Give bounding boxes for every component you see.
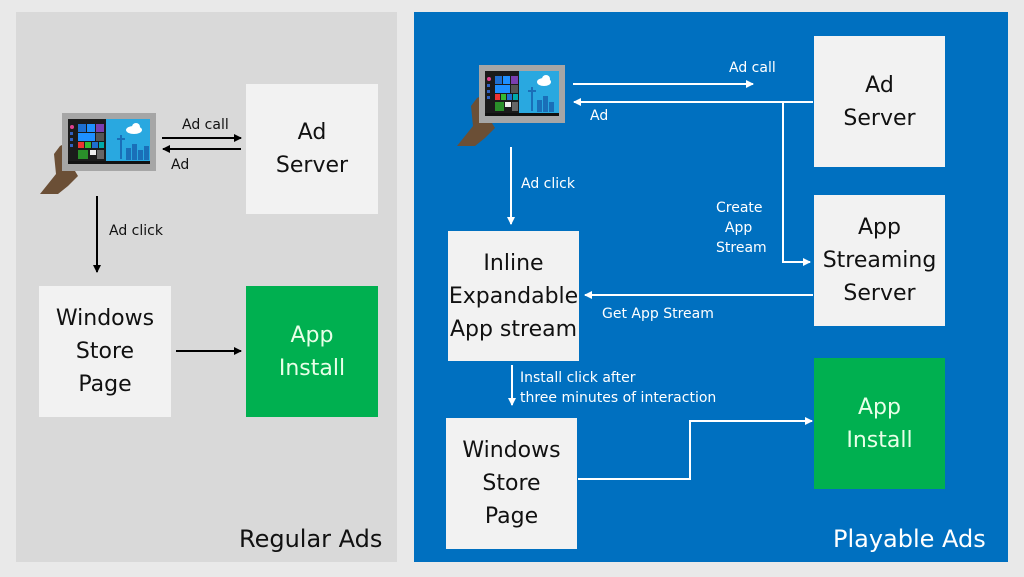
inline-expandable-app-stream-box: Inline Expandable App stream	[448, 231, 579, 361]
label-ad-call: Ad call	[182, 117, 229, 133]
box-label: App Install	[278, 322, 346, 381]
box-label: Inline Expandable App stream	[448, 250, 579, 342]
label-create-app-stream: Create App Stream	[716, 200, 767, 256]
box-label: Ad Server	[275, 120, 349, 178]
playable-windows-store-page-box: Windows Store Page	[446, 418, 577, 549]
panel-title-regular-ads: Regular Ads	[239, 525, 383, 553]
playable-app-install-box: App Install	[814, 358, 945, 489]
label-ad: Ad	[171, 157, 190, 173]
label-ad-click: Ad click	[521, 176, 575, 192]
box-label: Ad Server	[843, 72, 916, 131]
playable-ad-server-box: Ad Server	[814, 36, 945, 167]
box-label: Windows Store Page	[55, 306, 155, 397]
box-label: Windows Store Page	[462, 438, 561, 529]
regular-windows-store-page-box: Windows Store Page	[39, 286, 171, 417]
label-install-click: Install click after three minutes of int…	[520, 370, 717, 406]
label-ad-call: Ad call	[729, 60, 776, 76]
box-label: App Streaming Server	[822, 215, 937, 306]
arrow-store-to-install	[578, 417, 813, 480]
panel-title-playable-ads: Playable Ads	[833, 525, 986, 553]
regular-app-install-box: App Install	[246, 286, 378, 417]
box-label: App Install	[846, 394, 913, 453]
arrow-create-app-stream	[782, 102, 811, 266]
label-get-app-stream: Get App Stream	[602, 306, 714, 322]
app-streaming-server-box: App Streaming Server	[814, 195, 945, 326]
label-ad: Ad	[590, 108, 609, 124]
label-ad-click: Ad click	[109, 223, 163, 239]
regular-ad-server-box: Ad Server	[246, 84, 378, 214]
